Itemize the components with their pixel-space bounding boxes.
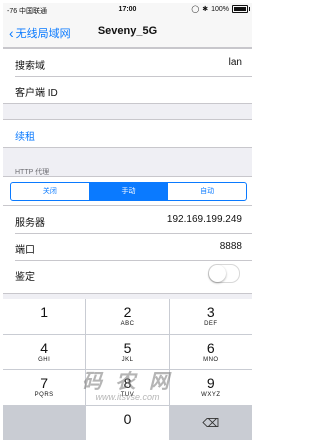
auth-row: 鉴定 <box>3 260 252 287</box>
page-title: Seveny_5G <box>97 25 158 37</box>
key-letters: GHI <box>38 356 51 363</box>
key-8[interactable]: 8 TUV <box>86 370 169 405</box>
key-5[interactable]: 5 JKL <box>86 334 169 369</box>
key-letters: ABC <box>120 321 135 327</box>
auth-label: 鉴定 <box>15 272 35 283</box>
server-row[interactable]: 服务器 192.169.199.249 <box>3 205 252 233</box>
dhcp-group: 搜索域 lan 客户端 ID <box>3 48 252 104</box>
renew-group: 续租 <box>3 119 252 148</box>
segment-manual[interactable]: 手动 <box>88 183 168 200</box>
navigation-bar: ‹ 无线局域网 Seveny_5G <box>3 17 252 48</box>
key-letters: PQRS <box>34 392 54 398</box>
key-digit: 1 <box>40 304 49 320</box>
server-label: 服务器 <box>15 218 45 229</box>
status-right: ◯ ✱ 100% <box>191 5 250 13</box>
key-digit: 6 <box>206 339 215 356</box>
client-id-label: 客户端 ID <box>15 88 58 99</box>
key-9[interactable]: 9 WXYZ <box>169 370 252 405</box>
status-bar: -76 中国联通 17:00 ◯ ✱ 100% <box>3 3 252 17</box>
renew-lease-button[interactable]: 续租 <box>3 120 252 147</box>
search-domain-label: 搜索域 <box>15 61 45 72</box>
port-label: 端口 <box>15 245 35 256</box>
toggle-knob <box>209 265 226 282</box>
client-id-row[interactable]: 客户端 ID <box>3 76 252 103</box>
search-domain-row[interactable]: 搜索域 lan <box>3 49 252 76</box>
key-letters: WXYZ <box>201 392 221 398</box>
key-letters: MNO <box>203 356 219 363</box>
key-letters: JKL <box>121 356 134 363</box>
key-4[interactable]: 4 GHI <box>3 334 86 369</box>
key-digit: 7 <box>40 375 49 391</box>
key-6[interactable]: 6 MNO <box>169 334 252 369</box>
backspace-icon: ⌫ <box>202 415 220 430</box>
key-2[interactable]: 2 ABC <box>86 299 169 334</box>
key-digit: 9 <box>206 375 215 391</box>
phone-screen: -76 中国联通 17:00 ◯ ✱ 100% ‹ 无线局域网 Seveny_5… <box>3 3 252 440</box>
key-3[interactable]: 3 DEF <box>169 299 252 334</box>
numeric-keypad: 1 2 ABC 3 DEF 4 GHI 5 JKL 6 MNO 7 PQRS 8 TUV 9W… <box>3 299 252 440</box>
bluetooth-icon: ✱ <box>202 6 209 13</box>
proxy-mode-segmented-control: 关闭 手动 自动 <box>10 182 247 201</box>
port-row[interactable]: 端口 8888 <box>3 233 252 260</box>
segment-off[interactable]: 关闭 <box>11 183 89 200</box>
key-digit: 0 <box>123 410 132 427</box>
key-1[interactable]: 1 <box>3 299 86 334</box>
lock-rotation-icon: ◯ <box>191 6 200 13</box>
key-digit: 4 <box>40 339 49 356</box>
key-digit: 5 <box>123 339 132 356</box>
key-digit: 2 <box>123 304 132 320</box>
auth-toggle[interactable] <box>208 264 240 283</box>
delete-key[interactable]: ⌫ <box>169 405 252 440</box>
key-digit: 8 <box>123 375 132 391</box>
key-blank <box>3 405 86 440</box>
key-letters: TUV <box>120 392 135 398</box>
renew-lease-label: 续租 <box>15 132 35 143</box>
segment-auto[interactable]: 自动 <box>167 183 246 200</box>
key-0[interactable]: 0 <box>86 405 169 440</box>
key-letters: DEF <box>204 321 218 327</box>
port-field[interactable]: 8888 <box>220 241 242 252</box>
key-7[interactable]: 7 PQRS <box>3 370 86 405</box>
battery-icon <box>232 5 250 13</box>
server-field[interactable]: 192.169.199.249 <box>167 214 242 225</box>
battery-percent: 100% <box>211 5 229 13</box>
key-digit: 3 <box>206 304 215 320</box>
search-domain-value: lan <box>228 57 242 68</box>
